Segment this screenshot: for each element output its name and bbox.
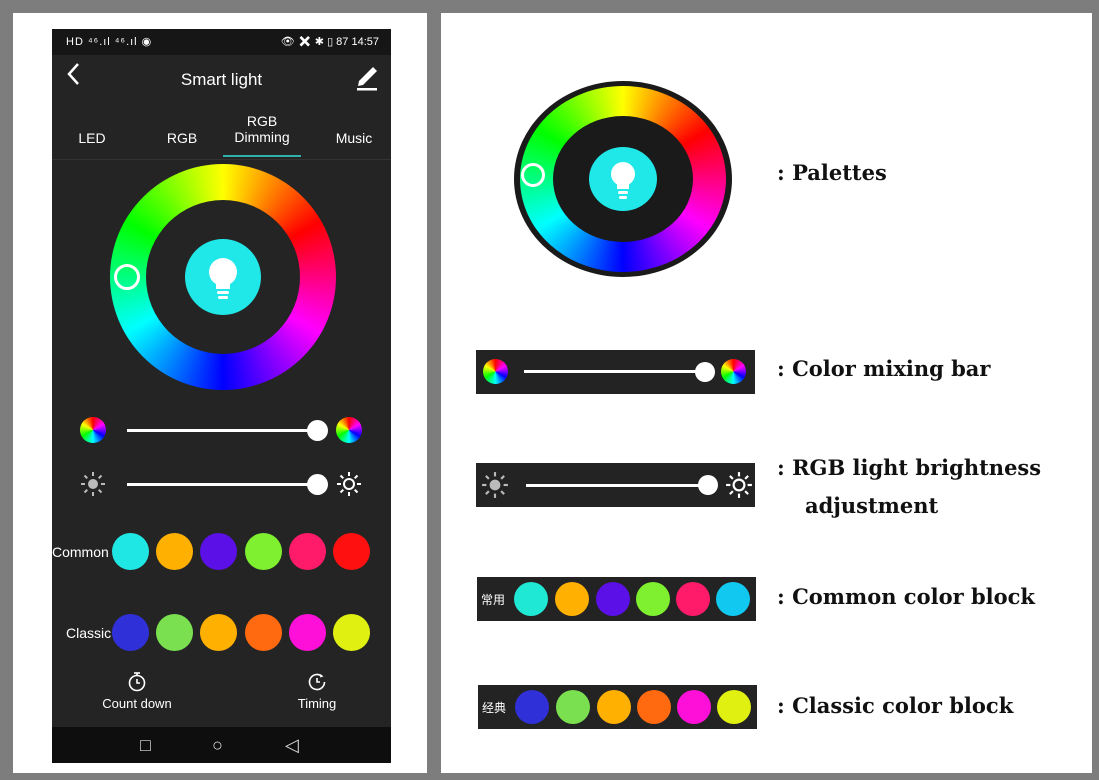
tab-label: RGB bbox=[166, 130, 198, 146]
active-tab-indicator bbox=[223, 155, 301, 157]
countdown-button[interactable]: Count down bbox=[92, 671, 182, 711]
brightness-slider bbox=[80, 469, 370, 499]
color-wheel-handle[interactable] bbox=[114, 264, 140, 290]
tab-label: RGB bbox=[246, 113, 278, 129]
color-swatch[interactable] bbox=[289, 614, 326, 651]
tab-label: Music bbox=[335, 130, 373, 146]
common-color-row: Common bbox=[52, 531, 391, 573]
slider-track[interactable] bbox=[127, 429, 317, 432]
common-label: Common bbox=[52, 544, 109, 560]
brightness-low-icon bbox=[80, 471, 106, 497]
tab-rgb[interactable]: RGB bbox=[152, 111, 212, 155]
color-swatch[interactable] bbox=[200, 614, 237, 651]
status-right: 👁 ✖ ✱ ▯ 87 14:57 bbox=[280, 36, 379, 48]
status-left: HD ⁴⁶.ıl ⁴⁶.ıl ◉ bbox=[66, 36, 153, 48]
color-swatch bbox=[717, 690, 751, 724]
classic-block-illustration: 经典 bbox=[478, 685, 757, 729]
tab-music[interactable]: Music bbox=[324, 111, 384, 155]
color-swatch bbox=[637, 690, 671, 724]
slider-track[interactable] bbox=[127, 483, 317, 486]
slider-knob[interactable] bbox=[307, 474, 328, 495]
color-mixing-slider bbox=[80, 415, 370, 445]
tabs-divider bbox=[52, 159, 391, 160]
color-swatch bbox=[677, 690, 711, 724]
slider-knob[interactable] bbox=[307, 420, 328, 441]
color-swatch[interactable] bbox=[112, 614, 149, 651]
mode-tabs: LED RGB RGB Dimming Music bbox=[52, 111, 391, 155]
common-block-callout: : Common color block bbox=[777, 584, 1035, 609]
common-strip-label: 常用 bbox=[481, 593, 506, 607]
bulb-icon bbox=[589, 147, 657, 211]
palettes-callout: : Palettes bbox=[777, 160, 887, 185]
tab-label-line2: Dimming bbox=[234, 129, 290, 145]
color-swatch bbox=[555, 582, 589, 616]
classic-block-callout: : Classic color block bbox=[777, 693, 1014, 718]
color-swatch[interactable] bbox=[289, 533, 326, 570]
tab-label: LED bbox=[78, 130, 106, 146]
clock-icon bbox=[308, 673, 326, 691]
legend-panel: : Palettes : Color mixing bar : RGB ligh… bbox=[441, 13, 1092, 773]
app-bar: Smart light bbox=[52, 55, 391, 99]
page-title: Smart light bbox=[180, 70, 263, 89]
color-swatch[interactable] bbox=[333, 533, 370, 570]
stopwatch-icon bbox=[128, 672, 146, 692]
bottom-nav: Count down Timing bbox=[52, 671, 391, 727]
color-swatch bbox=[515, 690, 549, 724]
color-swatch bbox=[514, 582, 548, 616]
color-swatch[interactable] bbox=[200, 533, 237, 570]
left-panel: HD ⁴⁶.ıl ⁴⁶.ıl ◉ 👁 ✖ ✱ ▯ 87 14:57 Smart … bbox=[13, 13, 427, 773]
color-mix-start-icon bbox=[80, 417, 106, 443]
back-button[interactable]: ◁ bbox=[285, 735, 299, 756]
classic-color-row: Classic bbox=[52, 612, 391, 654]
brightness-callout-line2: adjustment bbox=[805, 493, 939, 518]
color-swatch bbox=[596, 582, 630, 616]
countdown-label: Count down bbox=[102, 696, 172, 711]
color-swatch bbox=[676, 582, 710, 616]
brightness-high-icon bbox=[336, 471, 362, 497]
timing-button[interactable]: Timing bbox=[277, 671, 357, 711]
common-block-illustration: 常用 bbox=[477, 577, 756, 621]
color-swatch[interactable] bbox=[245, 533, 282, 570]
color-mix-end-icon bbox=[336, 417, 362, 443]
pencil-icon[interactable] bbox=[353, 61, 381, 91]
color-swatch[interactable] bbox=[156, 533, 193, 570]
brightness-bar-illustration bbox=[476, 463, 755, 507]
color-mixing-callout: : Color mixing bar bbox=[777, 356, 991, 381]
bulb-icon[interactable] bbox=[185, 239, 261, 315]
color-swatch[interactable] bbox=[245, 614, 282, 651]
color-swatch[interactable] bbox=[156, 614, 193, 651]
color-swatch bbox=[636, 582, 670, 616]
home-button[interactable]: ○ bbox=[212, 735, 223, 756]
color-swatch[interactable] bbox=[333, 614, 370, 651]
palette-illustration bbox=[511, 81, 735, 277]
classic-label: Classic bbox=[66, 625, 112, 641]
color-mixing-bar-illustration bbox=[476, 350, 755, 394]
system-nav-bar: □ ○ ◁ bbox=[52, 727, 391, 763]
status-bar: HD ⁴⁶.ıl ⁴⁶.ıl ◉ 👁 ✖ ✱ ▯ 87 14:57 bbox=[52, 29, 391, 55]
brightness-callout-line1: : RGB light brightness bbox=[777, 455, 1042, 480]
color-swatch[interactable] bbox=[112, 533, 149, 570]
color-wheel[interactable] bbox=[110, 164, 336, 390]
color-swatch bbox=[716, 582, 750, 616]
tab-rgb-dimming[interactable]: RGB Dimming bbox=[227, 111, 297, 155]
classic-strip-label: 经典 bbox=[482, 701, 507, 715]
color-swatch bbox=[597, 690, 631, 724]
phone-screen: HD ⁴⁶.ıl ⁴⁶.ıl ◉ 👁 ✖ ✱ ▯ 87 14:57 Smart … bbox=[52, 29, 391, 763]
tab-led[interactable]: LED bbox=[62, 111, 122, 155]
color-swatch bbox=[556, 690, 590, 724]
timing-label: Timing bbox=[297, 696, 337, 711]
recents-button[interactable]: □ bbox=[140, 735, 151, 756]
